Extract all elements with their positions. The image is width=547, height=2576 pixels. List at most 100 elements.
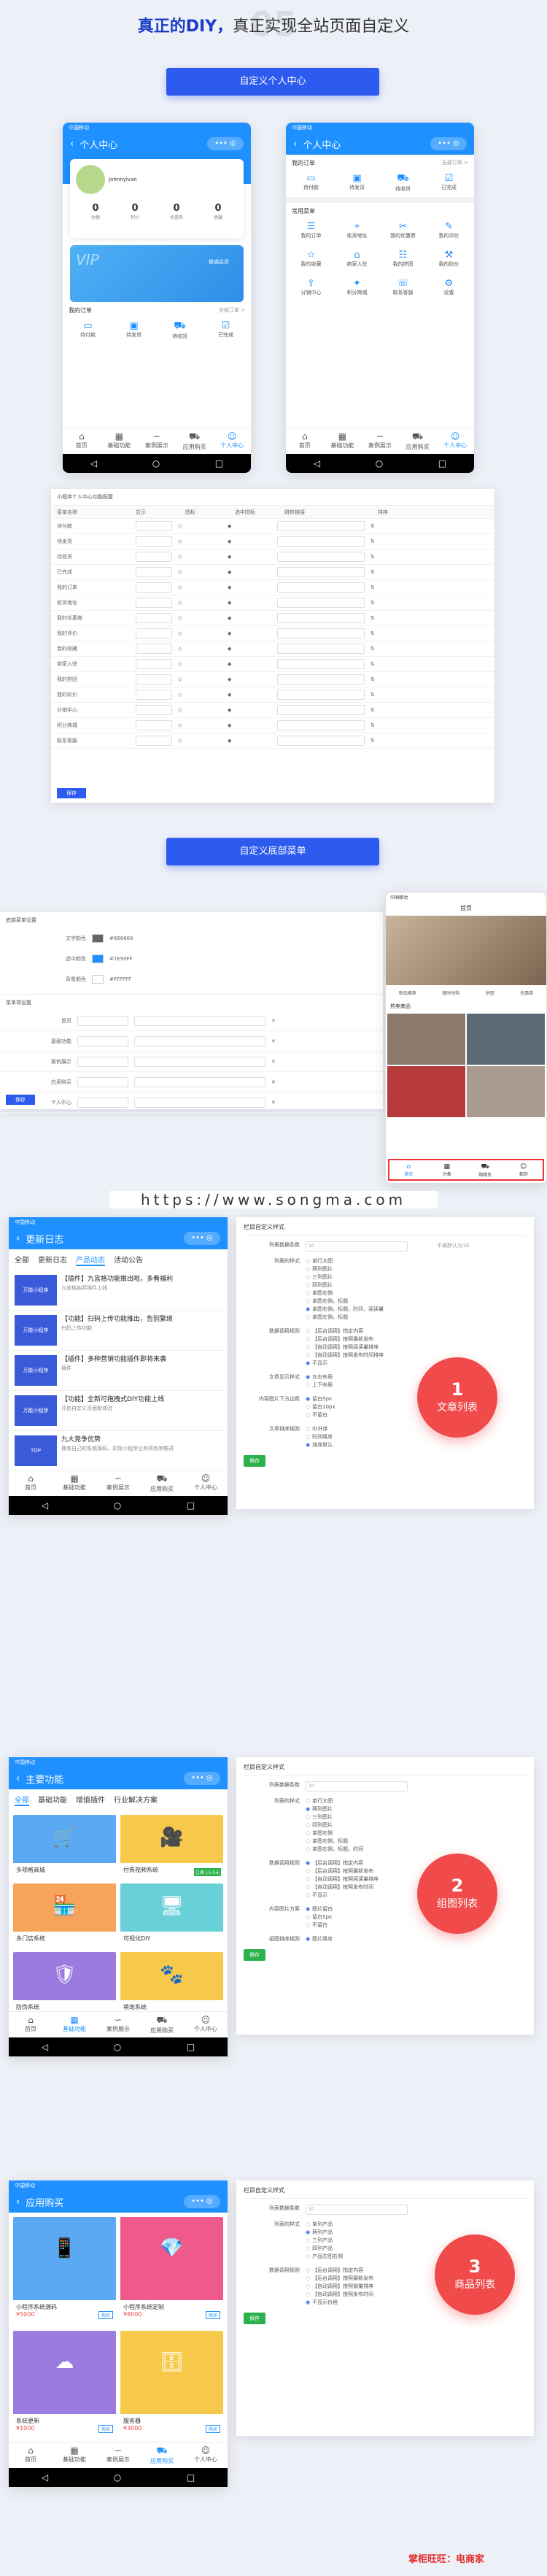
tab-home[interactable]: ⌂ 首页: [9, 2012, 53, 2037]
row-selected-icon[interactable]: ◆: [228, 661, 271, 667]
radio-option[interactable]: 四列产品: [306, 2245, 343, 2253]
row-link-input[interactable]: [277, 613, 365, 623]
recent-square-icon[interactable]: □: [187, 2472, 195, 2483]
row-icon[interactable]: ◇: [178, 707, 222, 713]
menu-name-input[interactable]: [77, 1097, 128, 1108]
back-icon[interactable]: ‹: [16, 1773, 20, 1784]
tab-home[interactable]: ⌂ 首页: [9, 1470, 53, 1496]
row-icon[interactable]: ◇: [178, 630, 222, 636]
row-sort[interactable]: ⇅: [371, 569, 375, 575]
config-input[interactable]: 10: [306, 2205, 408, 2215]
order-item[interactable]: ☑ 已完成: [428, 173, 470, 193]
tab-basic[interactable]: ▦ 基础功能: [53, 2442, 96, 2468]
tab-home[interactable]: ⌂ 首页: [286, 428, 324, 454]
row-icon[interactable]: ◇: [178, 661, 222, 667]
capsule-icon[interactable]: ••• ◎: [184, 1232, 220, 1245]
row-sort[interactable]: ⇅: [371, 554, 375, 560]
tab-buy[interactable]: ⛟ 应用购买: [140, 2442, 184, 2468]
photo[interactable]: [387, 1014, 465, 1065]
home-circle-icon[interactable]: ○: [114, 2472, 121, 2483]
tab-buy[interactable]: ⛟ 应用购买: [176, 428, 214, 454]
row-link-input[interactable]: [277, 659, 365, 669]
menu-item[interactable]: ✎ 我的评价: [428, 221, 470, 239]
pill-custom-center[interactable]: 自定义个人中心: [166, 68, 379, 96]
row-selected-icon[interactable]: ◆: [228, 676, 271, 682]
buy-button[interactable]: 购买: [205, 2311, 220, 2319]
menu-item[interactable]: ☰ 我的订单: [290, 221, 332, 239]
photo[interactable]: [467, 1014, 545, 1065]
tab-profile[interactable]: ☺ 个人中心: [213, 428, 251, 454]
menu-link-input[interactable]: [134, 1056, 265, 1067]
radio-option[interactable]: 留白5px: [306, 1913, 333, 1921]
row-selected-icon[interactable]: ◆: [228, 615, 271, 621]
article-item[interactable]: TOP 九大竞争优势 拥有自己的系统源码，实现小程序业务将有序推进: [9, 1431, 228, 1471]
order-item[interactable]: ▣ 待发货: [113, 320, 155, 340]
row-link-input[interactable]: [277, 552, 365, 562]
order-item[interactable]: ▭ 待付款: [67, 320, 109, 340]
back-triangle-icon[interactable]: ◁: [42, 1500, 48, 1511]
feature-card[interactable]: 🏪 多门店系统: [13, 1883, 116, 1948]
config-input[interactable]: 10: [306, 1241, 408, 1252]
quick-menu-item[interactable]: 新品推荐: [399, 990, 416, 996]
row-sort[interactable]: ⇅: [371, 539, 375, 544]
article-title[interactable]: 九大竞争优势: [61, 1435, 174, 1445]
radio-option[interactable]: 时间降序: [306, 1433, 333, 1441]
radio-option[interactable]: 【自动调用】按照发布时间排序: [306, 1351, 384, 1360]
row-sort[interactable]: ⇅: [371, 661, 375, 667]
radio-option[interactable]: 两列产品: [306, 2229, 343, 2237]
tab-profile[interactable]: ☺ 个人中心: [184, 2442, 228, 2468]
radio-option[interactable]: 两列图片: [306, 1265, 384, 1273]
feature-card[interactable]: 🖥 可视化DIY: [120, 1883, 223, 1948]
row-link-input[interactable]: [277, 582, 365, 593]
quick-menu-item[interactable]: 优惠券: [520, 990, 533, 996]
row-icon[interactable]: ◇: [178, 676, 222, 682]
tab-home[interactable]: ⌂ 首页: [9, 2442, 53, 2468]
article-thumbnail[interactable]: TOP: [15, 1435, 57, 1466]
product-card[interactable]: 🗄 服务器 ¥3000 购买: [120, 2331, 223, 2440]
row-icon[interactable]: ◇: [178, 722, 222, 728]
tab-solutions[interactable]: 行业解决方案: [114, 1794, 158, 1806]
menu-item[interactable]: ✦ 积分商城: [336, 278, 378, 296]
recent-square-icon[interactable]: □: [215, 458, 223, 468]
capsule-icon[interactable]: ••• ◎: [184, 2195, 220, 2208]
tab-basic[interactable]: ▦ 基础功能: [324, 428, 362, 454]
config-input[interactable]: 10: [306, 1781, 408, 1792]
row-show-input[interactable]: [136, 552, 172, 562]
tab-category[interactable]: ▦ 分类: [428, 1160, 467, 1179]
row-sort[interactable]: ⇅: [371, 600, 375, 606]
radio-option[interactable]: 图片留白: [306, 1905, 333, 1913]
save-button[interactable]: 保存: [57, 788, 86, 798]
radio-option[interactable]: 【后台调用】指定内容: [306, 2267, 373, 2275]
row-link-input[interactable]: [277, 628, 365, 639]
tab-profile[interactable]: ☺ 个人中心: [184, 1470, 228, 1496]
radio-option[interactable]: 【后台调用】按照最新发布: [306, 2275, 373, 2283]
menu-name-input[interactable]: [77, 1015, 128, 1026]
order-item[interactable]: ⛟ 待收货: [159, 320, 201, 340]
pill-custom-menu[interactable]: 自定义底部菜单: [166, 838, 379, 865]
row-selected-icon[interactable]: ◆: [228, 692, 271, 698]
article-thumbnail[interactable]: 万能小程序: [15, 1275, 57, 1306]
color-swatch[interactable]: [92, 955, 104, 963]
product-card[interactable]: 📱 小程序系统源码 ¥5000 购买: [13, 2217, 116, 2326]
tab-basic[interactable]: 基础功能: [38, 1794, 67, 1806]
save-button[interactable]: 保存: [244, 1455, 265, 1467]
radio-option[interactable]: 单行大图: [306, 1257, 384, 1265]
radio-option[interactable]: 【自动调用】按照阅读量排序: [306, 1343, 384, 1351]
radio-option[interactable]: 单图右侧，标题: [306, 1837, 363, 1846]
tab-cases[interactable]: ∽ 案例展示: [96, 1470, 140, 1496]
row-selected-icon[interactable]: ◆: [228, 523, 271, 529]
capsule-icon[interactable]: ••• ◎: [430, 137, 467, 150]
article-item[interactable]: 万能小程序 【功能】全新可拖拽式DIY功能上线 开启自定义页面新体验: [9, 1391, 228, 1431]
site-url[interactable]: https://www.songma.com: [109, 1191, 438, 1208]
row-sort[interactable]: ⇅: [371, 707, 375, 713]
tab-events[interactable]: 活动公告: [114, 1254, 143, 1266]
buy-button[interactable]: 购买: [98, 2425, 113, 2433]
row-selected-icon[interactable]: ◆: [228, 585, 271, 590]
save-button[interactable]: 保存: [244, 2313, 265, 2324]
row-sort[interactable]: ⇅: [371, 523, 375, 529]
row-selected-icon[interactable]: ◆: [228, 646, 271, 652]
tab-profile[interactable]: ☺ 个人中心: [184, 2012, 228, 2037]
back-icon[interactable]: ‹: [70, 139, 74, 150]
capsule-icon[interactable]: ••• ◎: [207, 137, 244, 150]
stat-item[interactable]: 0 收藏: [214, 203, 222, 220]
